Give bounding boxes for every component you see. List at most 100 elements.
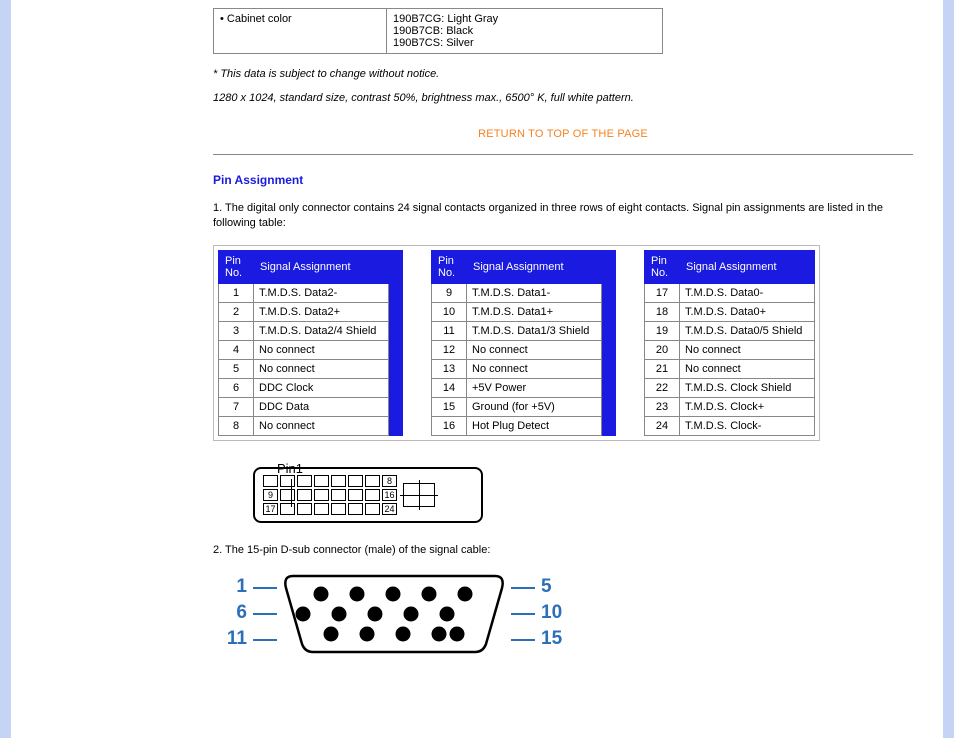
pin-assignment-table-wrapper: Pin No. Signal Assignment 1T.M.D.S. Data… xyxy=(213,245,820,441)
dvi-pin xyxy=(348,475,363,487)
dvi-pin-grid: 8 9 16 17 xyxy=(263,475,397,515)
dvi-pin: 24 xyxy=(382,503,397,515)
dvi-pin xyxy=(348,503,363,515)
vga-pin-number: 10 xyxy=(541,601,565,625)
vga-leader-line xyxy=(511,627,535,651)
footnote-1: * This data is subject to change without… xyxy=(213,68,913,80)
table-row: 15Ground (for +5V) xyxy=(432,397,602,416)
vga-leader-line xyxy=(253,575,277,599)
dvi-pin xyxy=(280,503,295,515)
footnote-2: 1280 x 1024, standard size, contrast 50%… xyxy=(213,92,913,104)
left-margin-bar xyxy=(0,0,11,738)
table-row: 13No connect xyxy=(432,359,602,378)
table-row: 2T.M.D.S. Data2+ xyxy=(219,302,389,321)
table-row: 14+5V Power xyxy=(432,378,602,397)
dvi-pin: 8 xyxy=(382,475,397,487)
table-row: 3T.M.D.S. Data2/4 Shield xyxy=(219,321,389,340)
dvi-pin xyxy=(297,489,312,501)
pin-table-gap xyxy=(403,250,431,436)
dvi-pin xyxy=(365,503,380,515)
pin-assignment-intro: 1. The digital only connector contains 2… xyxy=(213,201,913,231)
table-row: 6DDC Clock xyxy=(219,378,389,397)
pin1-label: Pin1 xyxy=(277,461,303,476)
dvi-pin xyxy=(314,503,329,515)
vga-pin-number: 1 xyxy=(223,575,247,599)
dvi-pin xyxy=(314,489,329,501)
vga-leader-line xyxy=(511,575,535,599)
pin-header-signal: Signal Assignment xyxy=(680,250,815,283)
pin-header-signal: Signal Assignment xyxy=(254,250,389,283)
dvi-ground-blade xyxy=(403,483,435,507)
table-row: 8No connect xyxy=(219,416,389,435)
return-to-top-link[interactable]: RETURN TO TOP OF THE PAGE xyxy=(213,128,913,140)
table-row: 1T.M.D.S. Data2- xyxy=(219,283,389,302)
pin-header-pinno: Pin No. xyxy=(432,250,467,283)
vga-connector-diagram: 1 6 11 xyxy=(223,572,913,654)
dvi-pin: 9 xyxy=(263,489,278,501)
dvi-pin: 17 xyxy=(263,503,278,515)
dvi-pin xyxy=(365,489,380,501)
cabinet-color-table: • Cabinet color 190B7CG: Light Gray 190B… xyxy=(213,8,663,54)
table-row: 19T.M.D.S. Data0/5 Shield xyxy=(645,321,815,340)
pin-table-spacer xyxy=(389,250,403,436)
pin-table-spacer xyxy=(602,250,616,436)
pin-header-pinno: Pin No. xyxy=(219,250,254,283)
vga-shell xyxy=(283,572,505,654)
table-row: 11T.M.D.S. Data1/3 Shield xyxy=(432,321,602,340)
dvi-connector-diagram: Pin1 8 9 xyxy=(253,467,513,523)
cabinet-values-cell: 190B7CG: Light Gray 190B7CB: Black 190B7… xyxy=(387,9,663,54)
vga-leader-line xyxy=(511,601,535,625)
vga-right-lines xyxy=(511,575,535,651)
dvi-pin xyxy=(331,489,346,501)
dvi-pin xyxy=(263,475,278,487)
dvi-pin xyxy=(280,475,295,487)
table-row: 22T.M.D.S. Clock Shield xyxy=(645,378,815,397)
dvi-pin xyxy=(348,489,363,501)
pin-header-pinno: Pin No. xyxy=(645,250,680,283)
table-row: 10T.M.D.S. Data1+ xyxy=(432,302,602,321)
cabinet-label-cell: • Cabinet color xyxy=(214,9,387,54)
main-content: • Cabinet color 190B7CG: Light Gray 190B… xyxy=(201,0,943,738)
pin-table-col3: Pin No. Signal Assignment 17T.M.D.S. Dat… xyxy=(644,250,815,436)
dvi-pin xyxy=(365,475,380,487)
vga-right-numbers: 5 10 15 xyxy=(541,575,565,651)
table-row: 21No connect xyxy=(645,359,815,378)
table-row: 4No connect xyxy=(219,340,389,359)
vga-left-numbers: 1 6 11 xyxy=(223,575,247,651)
table-row: 17T.M.D.S. Data0- xyxy=(645,283,815,302)
dvi-pin xyxy=(314,475,329,487)
pin-assignment-heading: Pin Assignment xyxy=(213,173,913,187)
vga-pin-number: 11 xyxy=(223,627,247,651)
pin1-leader-line xyxy=(291,479,292,507)
table-row: 7DDC Data xyxy=(219,397,389,416)
vga-leader-line xyxy=(253,601,277,625)
vga-pin-number: 15 xyxy=(541,627,565,651)
vga-intro: 2. The 15-pin D-sub connector (male) of … xyxy=(213,543,913,558)
vga-left-lines xyxy=(253,575,277,651)
cabinet-value: 190B7CS: Silver xyxy=(393,37,656,49)
pin-table-gap xyxy=(616,250,644,436)
table-row: 16Hot Plug Detect xyxy=(432,416,602,435)
table-row: 24T.M.D.S. Clock- xyxy=(645,416,815,435)
left-gutter xyxy=(11,0,201,738)
table-row: 23T.M.D.S. Clock+ xyxy=(645,397,815,416)
dvi-pin xyxy=(331,475,346,487)
dvi-pin xyxy=(331,503,346,515)
section-divider xyxy=(213,154,913,155)
table-row: 12No connect xyxy=(432,340,602,359)
vga-pin-number: 6 xyxy=(223,601,247,625)
dvi-pin xyxy=(297,475,312,487)
vga-pin-number: 5 xyxy=(541,575,565,599)
table-row: 18T.M.D.S. Data0+ xyxy=(645,302,815,321)
pin-table-col2: Pin No. Signal Assignment 9T.M.D.S. Data… xyxy=(431,250,602,436)
table-row: 9T.M.D.S. Data1- xyxy=(432,283,602,302)
dvi-pin xyxy=(280,489,295,501)
vga-leader-line xyxy=(253,627,277,651)
pin-table-col1: Pin No. Signal Assignment 1T.M.D.S. Data… xyxy=(218,250,389,436)
table-row: 20No connect xyxy=(645,340,815,359)
table-row: 5No connect xyxy=(219,359,389,378)
right-margin-bar xyxy=(943,0,954,738)
cabinet-value: 190B7CG: Light Gray xyxy=(393,13,656,25)
dvi-pin xyxy=(297,503,312,515)
dvi-pin: 16 xyxy=(382,489,397,501)
